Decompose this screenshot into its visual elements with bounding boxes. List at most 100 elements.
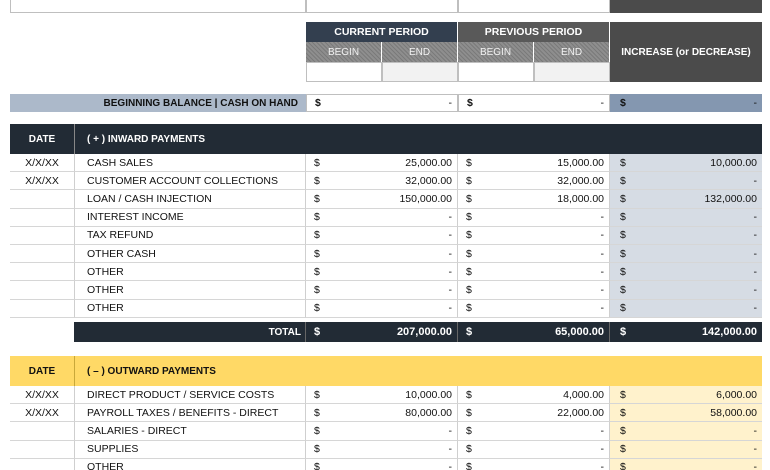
previous-begin-input[interactable] bbox=[458, 62, 534, 82]
current-amount-cell[interactable]: $80,000.00 bbox=[306, 404, 458, 423]
current-amount-cell[interactable]: $25,000.00 bbox=[306, 154, 458, 173]
previous-amount-cell[interactable]: $ - bbox=[458, 263, 610, 282]
current-amount-cell[interactable]: $32,000.00 bbox=[306, 172, 458, 191]
current-begin-input[interactable] bbox=[306, 62, 382, 82]
current-amount-value: - bbox=[448, 229, 453, 242]
date-cell[interactable] bbox=[10, 226, 75, 245]
outward-payments-header: DATE ( – ) OUTWARD PAYMENTS bbox=[10, 356, 762, 386]
top-strip-cell bbox=[306, 0, 458, 13]
date-cell[interactable] bbox=[10, 281, 75, 300]
beginning-balance-previous-value: - bbox=[600, 97, 605, 109]
date-cell[interactable] bbox=[10, 245, 75, 264]
date-cell[interactable] bbox=[10, 263, 75, 282]
date-cell[interactable]: X/X/XX bbox=[10, 172, 75, 191]
increase-amount-cell: $ - bbox=[610, 299, 762, 318]
table-row: OTHER $ - $ - $ - bbox=[10, 281, 762, 300]
current-amount-cell[interactable]: $150,000.00 bbox=[306, 190, 458, 209]
current-amount-cell[interactable]: $10,000.00 bbox=[306, 386, 458, 405]
previous-amount-cell[interactable]: $22,000.00 bbox=[458, 404, 610, 423]
inward-total-increase-value: 142,000.00 bbox=[701, 326, 757, 338]
description-cell[interactable]: OTHER bbox=[75, 458, 306, 470]
previous-amount-cell[interactable]: $ - bbox=[458, 208, 610, 227]
previous-amount-cell[interactable]: $32,000.00 bbox=[458, 172, 610, 191]
description-cell[interactable]: CUSTOMER ACCOUNT COLLECTIONS bbox=[75, 172, 306, 191]
current-amount-value: - bbox=[448, 461, 453, 470]
inward-total-current: $ 207,000.00 bbox=[306, 322, 458, 342]
previous-amount-cell[interactable]: $ - bbox=[458, 458, 610, 470]
current-amount-cell[interactable]: $ - bbox=[306, 226, 458, 245]
previous-amount-value: 32,000.00 bbox=[557, 174, 604, 187]
previous-amount-cell[interactable]: $18,000.00 bbox=[458, 190, 610, 209]
currency-symbol: $ bbox=[314, 247, 320, 260]
inward-payments-header: DATE ( + ) INWARD PAYMENTS bbox=[10, 124, 762, 154]
inward-total-previous-value: 65,000.00 bbox=[555, 326, 604, 338]
previous-amount-cell[interactable]: $ - bbox=[458, 440, 610, 459]
beginning-balance-current-value: - bbox=[448, 97, 453, 109]
currency-symbol: $ bbox=[620, 302, 626, 315]
date-cell[interactable]: X/X/XX bbox=[10, 404, 75, 423]
increase-amount-value: 6,000.00 bbox=[716, 388, 757, 401]
date-cell[interactable] bbox=[10, 208, 75, 227]
description-cell[interactable]: INTEREST INCOME bbox=[75, 208, 306, 227]
inward-total-label: TOTAL bbox=[74, 322, 306, 342]
current-amount-cell[interactable]: $ - bbox=[306, 458, 458, 470]
inward-payments-title: ( + ) INWARD PAYMENTS bbox=[87, 133, 206, 145]
current-amount-value: 150,000.00 bbox=[399, 192, 452, 205]
currency-symbol: $ bbox=[314, 265, 320, 278]
date-cell[interactable] bbox=[10, 458, 75, 470]
previous-amount-cell[interactable]: $ - bbox=[458, 422, 610, 441]
previous-amount-cell[interactable]: $ - bbox=[458, 245, 610, 264]
currency-symbol: $ bbox=[315, 97, 321, 109]
date-cell[interactable] bbox=[10, 190, 75, 209]
previous-amount-value: 18,000.00 bbox=[557, 192, 604, 205]
date-cell[interactable]: X/X/XX bbox=[10, 154, 75, 173]
beginning-balance-previous[interactable]: $ - bbox=[458, 94, 610, 112]
description-cell[interactable]: OTHER bbox=[75, 299, 306, 318]
previous-amount-cell[interactable]: $15,000.00 bbox=[458, 154, 610, 173]
description-cell[interactable]: CASH SALES bbox=[75, 154, 306, 173]
current-amount-cell[interactable]: $ - bbox=[306, 245, 458, 264]
previous-amount-cell[interactable]: $4,000.00 bbox=[458, 386, 610, 405]
currency-symbol: $ bbox=[314, 229, 320, 242]
increase-amount-value: - bbox=[753, 247, 758, 260]
description-cell[interactable]: OTHER bbox=[75, 281, 306, 300]
currency-symbol: $ bbox=[620, 443, 626, 456]
increase-amount-value: - bbox=[753, 461, 758, 470]
description-cell[interactable]: PAYROLL TAXES / BENEFITS - DIRECT bbox=[75, 404, 306, 423]
current-amount-value: - bbox=[448, 443, 453, 456]
beginning-balance-current[interactable]: $ - bbox=[306, 94, 458, 112]
previous-amount-cell[interactable]: $ - bbox=[458, 226, 610, 245]
current-amount-cell[interactable]: $ - bbox=[306, 208, 458, 227]
inward-date-header: DATE bbox=[10, 124, 75, 154]
current-amount-cell[interactable]: $ - bbox=[306, 422, 458, 441]
currency-symbol: $ bbox=[466, 326, 473, 338]
outward-date-header: DATE bbox=[10, 356, 75, 386]
previous-amount-cell[interactable]: $ - bbox=[458, 299, 610, 318]
date-cell[interactable] bbox=[10, 299, 75, 318]
description-cell[interactable]: TAX REFUND bbox=[75, 226, 306, 245]
currency-symbol: $ bbox=[467, 97, 473, 109]
current-amount-cell[interactable]: $ - bbox=[306, 281, 458, 300]
description-cell[interactable]: OTHER CASH bbox=[75, 245, 306, 264]
current-end-input[interactable] bbox=[382, 62, 458, 82]
current-amount-cell[interactable]: $ - bbox=[306, 263, 458, 282]
date-cell[interactable] bbox=[10, 422, 75, 441]
currency-symbol: $ bbox=[314, 156, 320, 169]
description-cell[interactable]: DIRECT PRODUCT / SERVICE COSTS bbox=[75, 386, 306, 405]
currency-symbol: $ bbox=[466, 156, 472, 169]
previous-end-input[interactable] bbox=[534, 62, 610, 82]
current-amount-cell[interactable]: $ - bbox=[306, 440, 458, 459]
increase-amount-value: - bbox=[753, 229, 758, 242]
current-amount-cell[interactable]: $ - bbox=[306, 299, 458, 318]
date-cell[interactable]: X/X/XX bbox=[10, 386, 75, 405]
currency-symbol: $ bbox=[314, 283, 320, 296]
currency-symbol: $ bbox=[620, 97, 626, 109]
currency-symbol: $ bbox=[314, 302, 320, 315]
description-cell[interactable]: SALARIES - DIRECT bbox=[75, 422, 306, 441]
description-cell[interactable]: OTHER bbox=[75, 263, 306, 282]
previous-amount-cell[interactable]: $ - bbox=[458, 281, 610, 300]
description-cell[interactable]: LOAN / CASH INJECTION bbox=[75, 190, 306, 209]
currency-symbol: $ bbox=[620, 174, 626, 187]
description-cell[interactable]: SUPPLIES bbox=[75, 440, 306, 459]
date-cell[interactable] bbox=[10, 440, 75, 459]
